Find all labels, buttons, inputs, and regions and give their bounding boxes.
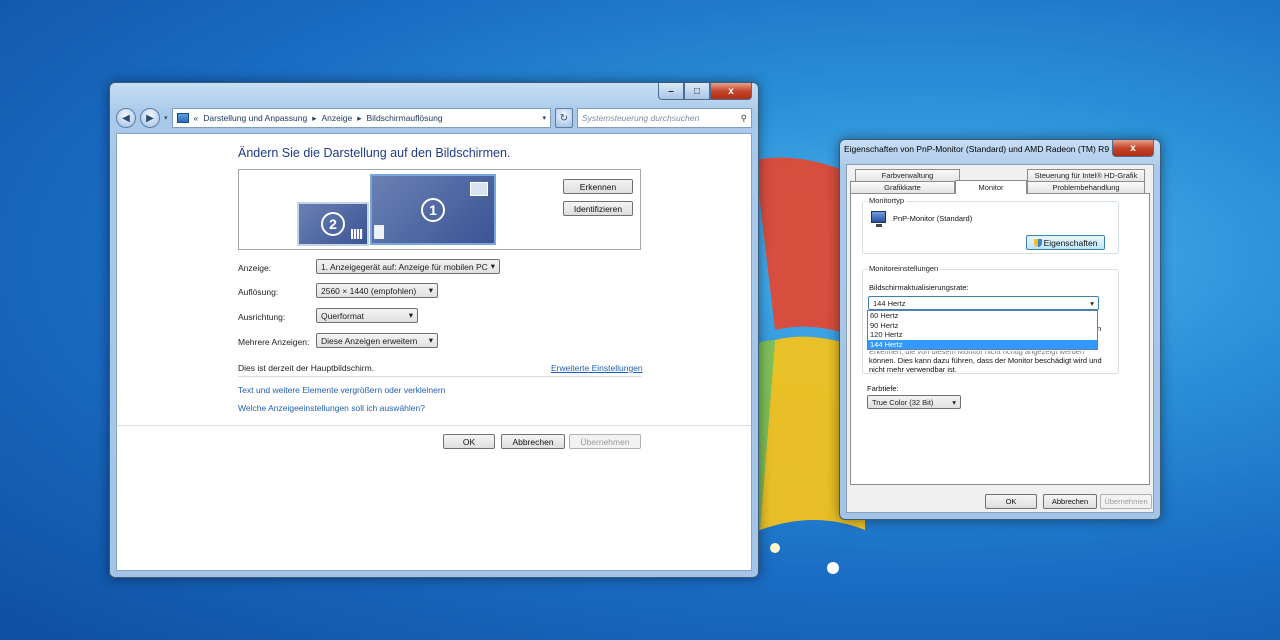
address-bar: ◀ ▶ ▾ « Darstellung und Anpassung ▸ Anze… <box>116 107 752 129</box>
color-depth-value: True Color (32 Bit) <box>872 397 934 407</box>
multi-display-value: Diese Anzeigen erweitern <box>321 335 418 346</box>
search-input[interactable]: Systemsteuerung durchsuchen ⚲ <box>577 108 752 128</box>
refresh-option-90[interactable]: 90 Hertz <box>868 321 1097 331</box>
breadcrumb-separator-icon[interactable]: ▸ <box>312 113 316 124</box>
refresh-rate-select[interactable]: 144 Hertz ▾ <box>868 296 1099 310</box>
properties-button[interactable]: Eigenschaften <box>1026 235 1105 250</box>
chevron-down-icon: ▾ <box>428 285 433 295</box>
properties-label: Eigenschaften <box>1043 237 1098 248</box>
text-size-link[interactable]: Text und weitere Elemente vergrößern ode… <box>238 385 445 395</box>
refresh-option-120[interactable]: 120 Hertz <box>868 330 1097 340</box>
chevron-down-icon: ▾ <box>428 335 433 345</box>
orientation-label: Ausrichtung: <box>238 312 286 322</box>
orientation-value: Querformat <box>321 310 364 321</box>
tab-graphics-card[interactable]: Grafikkarte <box>850 181 955 193</box>
monitor-icon <box>871 211 886 223</box>
breadcrumb[interactable]: « Darstellung und Anpassung ▸ Anzeige ▸ … <box>171 108 551 128</box>
monitor-1[interactable]: 1 <box>370 174 496 245</box>
chevron-down-icon: ▾ <box>490 261 495 271</box>
display-label: Anzeige: <box>238 263 272 273</box>
apply-button[interactable]: Übernehmen <box>1100 494 1152 509</box>
divider <box>238 376 641 377</box>
breadcrumb-item-display[interactable]: Anzeige <box>322 113 353 123</box>
forward-icon[interactable]: ▶ <box>140 108 160 128</box>
keypad-icon <box>351 229 363 239</box>
color-depth-label: Farbtiefe: <box>867 384 899 393</box>
monitor-name: PnP-Monitor (Standard) <box>893 214 973 223</box>
page-title: Ändern Sie die Darstellung auf den Bilds… <box>238 146 511 160</box>
warning-text-line3: nicht mehr verwendbar ist. <box>869 365 957 374</box>
minimize-button[interactable]: – <box>658 83 684 100</box>
tab-troubleshoot[interactable]: Problembehandlung <box>1027 181 1145 193</box>
dialog-title: Eigenschaften von PnP-Monitor (Standard)… <box>844 144 1124 154</box>
refresh-icon[interactable]: ↻ <box>555 108 573 128</box>
control-panel-icon <box>176 113 189 123</box>
which-settings-link[interactable]: Welche Anzeigeeinstellungen soll ich aus… <box>238 403 425 413</box>
search-icon[interactable]: ⚲ <box>741 113 747 124</box>
shield-icon <box>1033 238 1042 247</box>
resolution-label: Auflösung: <box>238 287 279 297</box>
multi-display-label: Mehrere Anzeigen: <box>238 337 310 347</box>
monitor-2[interactable]: 2 <box>297 202 369 246</box>
cancel-button[interactable]: Abbrechen <box>501 434 565 449</box>
group-label: Monitortyp <box>867 196 907 205</box>
refresh-option-60[interactable]: 60 Hertz <box>868 311 1097 321</box>
search-placeholder: Systemsteuerung durchsuchen <box>582 113 700 123</box>
refresh-rate-dropdown-list[interactable]: 60 Hertz 90 Hertz 120 Hertz 144 Hertz <box>867 310 1098 350</box>
refresh-rate-value: 144 Hertz <box>873 298 906 308</box>
address-dropdown-icon[interactable]: ▾ <box>542 114 546 122</box>
warning-text-line2: können. Dies kann dazu führen, dass der … <box>869 356 1102 365</box>
monitor-layout-area: 2 1 Erkennen Identifizieren <box>238 169 641 250</box>
multi-display-select[interactable]: Diese Anzeigen erweitern ▾ <box>316 333 438 348</box>
primary-display-text: Dies ist derzeit der Hauptbildschirm. <box>238 363 375 373</box>
monitor-stand-icon <box>876 224 882 227</box>
pc-icon <box>374 225 384 239</box>
back-icon[interactable]: ◀ <box>116 108 136 128</box>
monitor-number: 2 <box>321 212 345 236</box>
caption-buttons: x <box>1112 140 1154 158</box>
content-pane: Ändern Sie die Darstellung auf den Bilds… <box>116 133 752 571</box>
display-select[interactable]: 1. Anzeigegerät auf: Anzeige für mobilen… <box>316 259 500 274</box>
monitor-properties-dialog: Eigenschaften von PnP-Monitor (Standard)… <box>839 139 1161 520</box>
divider <box>117 425 751 426</box>
close-button[interactable]: x <box>1112 140 1154 157</box>
monitor-number: 1 <box>421 197 445 222</box>
close-button[interactable]: x <box>710 83 752 100</box>
identify-button[interactable]: Identifizieren <box>563 201 633 216</box>
maximize-button[interactable]: □ <box>684 83 710 100</box>
tab-color-management[interactable]: Farbverwaltung <box>855 169 960 181</box>
group-label: Monitoreinstellungen <box>867 264 941 273</box>
breadcrumb-item-resolution[interactable]: Bildschirmauflösung <box>367 113 443 123</box>
orientation-select[interactable]: Querformat ▾ <box>316 308 418 323</box>
ok-button[interactable]: OK <box>443 434 495 449</box>
refresh-option-144[interactable]: 144 Hertz <box>868 339 1097 349</box>
resolution-value: 2560 × 1440 (empfohlen) <box>321 285 417 296</box>
breadcrumb-separator-icon[interactable]: ▸ <box>357 113 361 124</box>
refresh-rate-label: Bildschirmaktualisierungsrate: <box>869 283 969 292</box>
display-value: 1. Anzeigegerät auf: Anzeige für mobilen… <box>321 261 488 272</box>
cancel-button[interactable]: Abbrechen <box>1043 494 1097 509</box>
monitor-tab-pane: Monitortyp PnP-Monitor (Standard) Eigens… <box>850 193 1150 485</box>
chevron-down-icon: ▾ <box>408 310 413 320</box>
tower-icon <box>470 182 488 196</box>
tab-intel-hd-graphics[interactable]: Steuerung für Intel® HD-Grafik <box>1027 169 1145 181</box>
color-depth-select[interactable]: True Color (32 Bit) ▾ <box>867 395 961 409</box>
screen-resolution-window: – □ x ◀ ▶ ▾ « Darstellung und Anpassung … <box>109 82 759 578</box>
detect-button[interactable]: Erkennen <box>563 179 633 194</box>
breadcrumb-item-appearance[interactable]: Darstellung und Anpassung <box>203 113 307 123</box>
monitor-type-group: Monitortyp PnP-Monitor (Standard) Eigens… <box>862 196 1119 254</box>
resolution-select[interactable]: 2560 × 1440 (empfohlen) ▾ <box>316 283 438 298</box>
ok-button[interactable]: OK <box>985 494 1037 509</box>
apply-button[interactable]: Übernehmen <box>569 434 641 449</box>
dialog-body: Farbverwaltung Steuerung für Intel® HD-G… <box>846 164 1154 513</box>
recent-pages-icon[interactable]: ▾ <box>164 114 168 122</box>
chevron-down-icon: ▾ <box>1090 298 1094 308</box>
caption-buttons: – □ x <box>658 83 752 101</box>
breadcrumb-prefix: « <box>193 113 199 123</box>
tab-monitor[interactable]: Monitor <box>955 180 1027 194</box>
chevron-down-icon: ▾ <box>952 397 956 407</box>
advanced-settings-link[interactable]: Erweiterte Einstellungen <box>551 363 643 373</box>
